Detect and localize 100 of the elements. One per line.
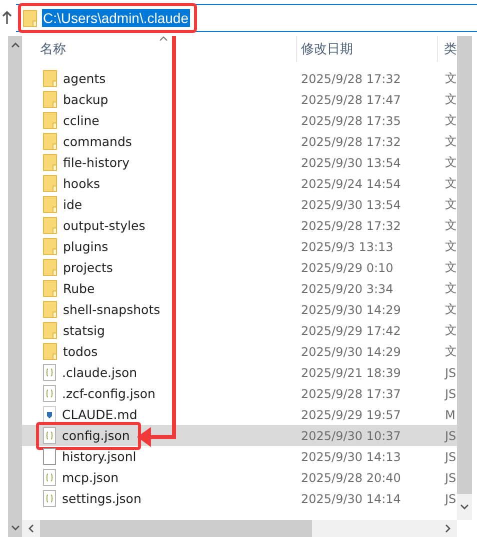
modified-date: 2025/9/28 17:32 bbox=[301, 218, 402, 232]
file-row[interactable]: settings.json 2025/9/30 14:14 JS bbox=[22, 488, 457, 509]
modified-date: 2025/9/28 20:40 bbox=[301, 470, 402, 484]
folder-icon bbox=[43, 280, 57, 297]
file-row[interactable]: .zcf-config.json 2025/9/28 17:37 JS bbox=[22, 383, 457, 404]
column-header[interactable]: 修改日期 bbox=[297, 36, 438, 62]
file-row[interactable]: shell-snapshots 2025/9/30 14:29 文 bbox=[22, 299, 457, 320]
address-bar[interactable]: C:\Users\admin\.claude bbox=[16, 4, 477, 32]
folder-icon bbox=[43, 343, 57, 360]
file-type: JS bbox=[445, 366, 456, 380]
file-row[interactable]: CLAUDE.md 2025/9/29 19:57 M bbox=[22, 404, 457, 425]
file-type: 文 bbox=[445, 91, 457, 108]
file-name: history.jsonl bbox=[62, 449, 136, 464]
file-type: 文 bbox=[445, 301, 457, 318]
column-header[interactable]: 名称 bbox=[22, 36, 297, 62]
modified-date: 2025/9/24 14:54 bbox=[301, 176, 402, 190]
file-row[interactable]: todos 2025/9/30 14:29 文 bbox=[22, 341, 457, 362]
file-row[interactable]: statsig 2025/9/29 17:42 文 bbox=[22, 320, 457, 341]
folder-icon bbox=[43, 70, 57, 87]
file-row[interactable]: Rube 2025/9/20 3:34 文 bbox=[22, 278, 457, 299]
file-type: M bbox=[445, 408, 456, 422]
file-type: 文 bbox=[445, 217, 457, 234]
modified-date: 2025/9/3 13:13 bbox=[301, 240, 394, 254]
file-row[interactable]: agents 2025/9/28 17:32 文 bbox=[22, 68, 457, 89]
folder-icon bbox=[43, 154, 57, 171]
file-row[interactable]: projects 2025/9/29 0:10 文 bbox=[22, 257, 457, 278]
file-name: projects bbox=[63, 260, 113, 275]
file-row[interactable]: output-styles 2025/9/28 17:32 文 bbox=[22, 215, 457, 236]
scroll-down-icon[interactable] bbox=[460, 504, 469, 510]
file-name: plugins bbox=[63, 239, 108, 254]
json-file-icon bbox=[43, 469, 56, 486]
modified-date: 2025/9/30 13:54 bbox=[301, 198, 402, 212]
file-row[interactable]: backup 2025/9/28 17:47 文 bbox=[22, 89, 457, 110]
modified-date: 2025/9/28 17:37 bbox=[301, 386, 402, 400]
scroll-right-icon[interactable] bbox=[445, 524, 451, 533]
up-arrow-icon[interactable] bbox=[2, 11, 12, 25]
file-row[interactable]: ide 2025/9/30 13:54 文 bbox=[22, 194, 457, 215]
file-name: settings.json bbox=[62, 491, 142, 506]
modified-date: 2025/9/28 17:32 bbox=[301, 134, 402, 148]
file-row[interactable]: .claude.json 2025/9/21 18:39 JS bbox=[22, 362, 457, 383]
file-type: JS bbox=[445, 386, 456, 400]
file-type: 文 bbox=[445, 259, 457, 276]
file-type: 文 bbox=[445, 322, 457, 339]
folder-icon bbox=[23, 10, 37, 26]
file-name: .zcf-config.json bbox=[62, 386, 156, 401]
folder-icon bbox=[43, 133, 57, 150]
folder-icon bbox=[43, 112, 57, 129]
navigation-scrollbar[interactable] bbox=[8, 36, 22, 537]
modified-date: 2025/9/21 18:39 bbox=[301, 366, 402, 380]
modified-date: 2025/9/28 17:47 bbox=[301, 92, 402, 106]
file-row[interactable]: commands 2025/9/28 17:32 文 bbox=[22, 131, 457, 152]
scroll-up-icon[interactable] bbox=[10, 42, 20, 48]
file-name: Rube bbox=[63, 281, 95, 296]
folder-icon bbox=[43, 196, 57, 213]
file-type: 文 bbox=[445, 133, 457, 150]
json-file-icon bbox=[43, 427, 56, 444]
file-name: file-history bbox=[63, 155, 130, 170]
scroll-down-icon[interactable] bbox=[10, 525, 20, 531]
file-row[interactable]: file-history 2025/9/30 13:54 文 bbox=[22, 152, 457, 173]
file-name: ccline bbox=[63, 113, 100, 128]
folder-icon bbox=[43, 175, 57, 192]
file-row[interactable]: ccline 2025/9/28 17:35 文 bbox=[22, 110, 457, 131]
column-header[interactable]: 类 bbox=[438, 36, 458, 62]
folder-icon bbox=[43, 217, 57, 234]
file-name: agents bbox=[63, 71, 106, 86]
modified-date: 2025/9/30 14:13 bbox=[301, 450, 402, 464]
horizontal-scrollbar[interactable] bbox=[22, 520, 457, 537]
file-type: JS bbox=[445, 450, 456, 464]
file-type: 文 bbox=[445, 238, 457, 255]
modified-date: 2025/9/30 14:29 bbox=[301, 344, 402, 358]
file-type: 文 bbox=[445, 70, 457, 87]
folder-icon bbox=[43, 91, 57, 108]
file-row[interactable]: history.jsonl 2025/9/30 14:13 JS bbox=[22, 446, 457, 467]
file-type: 文 bbox=[445, 280, 457, 297]
file-row[interactable]: plugins 2025/9/3 13:13 文 bbox=[22, 236, 457, 257]
file-type: JS bbox=[445, 470, 456, 484]
file-name: backup bbox=[63, 92, 108, 107]
file-name: mcp.json bbox=[62, 470, 119, 485]
file-name: todos bbox=[63, 344, 98, 359]
file-row[interactable]: mcp.json 2025/9/28 20:40 JS bbox=[22, 467, 457, 488]
file-name: hooks bbox=[63, 176, 100, 191]
file-type: 文 bbox=[445, 175, 457, 192]
modified-date: 2025/9/29 0:10 bbox=[301, 260, 394, 274]
file-type: JS bbox=[445, 428, 456, 442]
scroll-left-icon[interactable] bbox=[28, 524, 34, 533]
file-name: config.json bbox=[62, 428, 130, 443]
file-icon bbox=[43, 448, 56, 465]
file-name: statsig bbox=[63, 323, 105, 338]
scrollbar-thumb[interactable] bbox=[40, 520, 312, 537]
file-name: output-styles bbox=[63, 218, 146, 233]
modified-date: 2025/9/28 17:32 bbox=[301, 72, 402, 86]
modified-date: 2025/9/29 19:57 bbox=[301, 408, 402, 422]
file-type: 文 bbox=[445, 196, 457, 213]
modified-date: 2025/9/30 14:29 bbox=[301, 302, 402, 316]
file-row[interactable]: hooks 2025/9/24 14:54 文 bbox=[22, 173, 457, 194]
markdown-file-icon bbox=[43, 406, 56, 423]
json-file-icon bbox=[43, 385, 56, 402]
file-name: CLAUDE.md bbox=[62, 407, 138, 422]
file-name: commands bbox=[63, 134, 132, 149]
file-name: .claude.json bbox=[62, 365, 138, 380]
